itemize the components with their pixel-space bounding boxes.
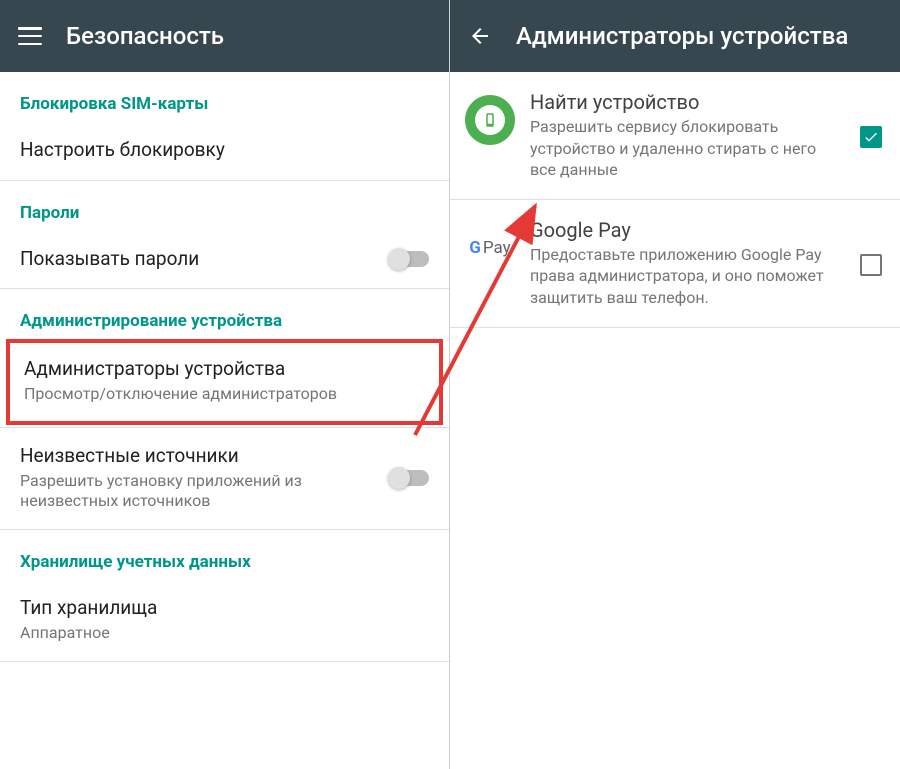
section-device-admin: Администрирование устройства [0, 289, 449, 339]
item-label: Показывать пароли [20, 247, 369, 272]
admin-item-subtitle: Разрешить сервису блокировать устройство… [530, 116, 846, 181]
menu-icon[interactable] [18, 27, 42, 45]
google-pay-icon: GPay [464, 222, 516, 274]
item-label: Администраторы устройства [24, 357, 425, 382]
back-icon[interactable] [468, 24, 492, 48]
find-device-icon [464, 94, 516, 146]
page-title: Безопасность [66, 22, 224, 50]
security-content: Блокировка SIM-карты Настроить блокировк… [0, 72, 449, 769]
item-configure-lock[interactable]: Настроить блокировку [0, 122, 449, 181]
checkbox-google-pay[interactable] [860, 254, 882, 276]
item-unknown-sources[interactable]: Неизвестные источники Разрешить установк… [0, 428, 449, 530]
admin-item-title: Найти устройство [530, 90, 846, 114]
admin-item-google-pay[interactable]: GPay Google Pay Предоставьте приложению … [450, 200, 900, 328]
page-title: Администраторы устройства [516, 22, 848, 50]
app-bar-security: Безопасность [0, 0, 449, 72]
item-storage-type[interactable]: Тип хранилища Аппаратное [0, 580, 449, 661]
section-passwords: Пароли [0, 181, 449, 231]
section-sim-lock: Блокировка SIM-карты [0, 72, 449, 122]
item-label: Неизвестные источники [20, 444, 369, 469]
admins-content: Найти устройство Разрешить сервису блоки… [450, 72, 900, 769]
admin-item-subtitle: Предоставьте приложению Google Pay права… [530, 244, 846, 309]
switch-unknown-sources[interactable] [389, 470, 429, 486]
switch-show-passwords[interactable] [389, 251, 429, 267]
item-sublabel: Аппаратное [20, 623, 429, 644]
admin-item-title: Google Pay [530, 218, 846, 242]
device-administrators-screen: Администраторы устройства Найти устройст… [450, 0, 900, 769]
item-sublabel: Просмотр/отключение администраторов [24, 384, 425, 405]
item-sublabel: Разрешить установку приложений из неизве… [20, 471, 369, 513]
item-device-administrators[interactable]: Администраторы устройства Просмотр/отклю… [6, 339, 443, 424]
section-credential-storage: Хранилище учетных данных [0, 530, 449, 580]
security-settings-screen: Безопасность Блокировка SIM-карты Настро… [0, 0, 450, 769]
app-bar-admins: Администраторы устройства [450, 0, 900, 72]
item-show-passwords[interactable]: Показывать пароли [0, 231, 449, 290]
checkbox-find-device[interactable] [860, 126, 882, 148]
item-label: Тип хранилища [20, 596, 429, 621]
item-label: Настроить блокировку [20, 138, 429, 163]
admin-item-find-device[interactable]: Найти устройство Разрешить сервису блоки… [450, 72, 900, 200]
